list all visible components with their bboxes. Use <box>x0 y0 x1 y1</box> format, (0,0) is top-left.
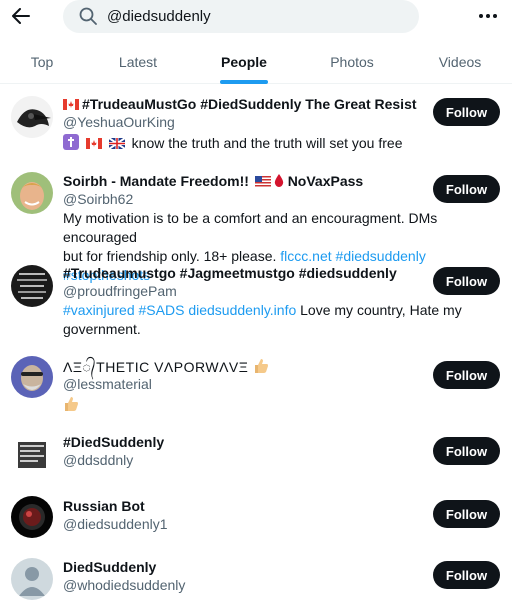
follow-button[interactable]: Follow <box>433 437 500 465</box>
follow-button[interactable]: Follow <box>433 500 500 528</box>
search-box[interactable] <box>63 0 419 33</box>
user-handle: @lessmaterial <box>63 376 152 392</box>
hashtag-link[interactable]: #vaxinjured <box>63 302 135 318</box>
blood-drop-icon <box>274 174 283 187</box>
back-arrow-icon[interactable] <box>8 4 34 28</box>
search-tabs: Top Latest People Photos Videos <box>0 40 512 84</box>
search-input[interactable] <box>107 0 407 33</box>
list-item[interactable]: #Trudeaumustgo #Jagmeetmustgo #diedsudde… <box>0 263 512 341</box>
bio-link[interactable]: diedsuddenly.info <box>188 302 296 318</box>
more-options-icon[interactable] <box>474 6 502 26</box>
follow-button[interactable]: Follow <box>433 175 500 203</box>
uk-flag-icon <box>108 138 125 149</box>
list-item[interactable]: ΛΞ᭄THETIC VΛPORWΛVΞ @lessmaterial Follow <box>0 356 512 416</box>
list-item[interactable]: #DiedSuddenly @ddsddnly Follow <box>0 432 512 480</box>
list-item[interactable]: DiedSuddenly @whodiedsuddenly Follow <box>0 556 512 600</box>
hashtag-link[interactable]: #diedsuddenly <box>336 248 426 264</box>
avatar[interactable] <box>11 434 53 476</box>
avatar[interactable] <box>11 356 53 398</box>
avatar[interactable] <box>11 496 53 538</box>
follow-button[interactable]: Follow <box>433 561 500 589</box>
avatar[interactable] <box>11 172 53 214</box>
avatar[interactable] <box>11 558 53 600</box>
list-item[interactable]: Russian Bot @diedsuddenly1 Follow <box>0 494 512 542</box>
follow-button[interactable]: Follow <box>433 98 500 126</box>
user-bio: #vaxinjured #SADS diedsuddenly.info Love… <box>63 302 462 337</box>
user-name[interactable]: Russian Bot <box>63 498 145 514</box>
user-bio: know the truth and the truth will set yo… <box>63 134 493 153</box>
follow-button[interactable]: Follow <box>433 267 500 295</box>
thumbs-up-icon <box>65 397 78 411</box>
tab-latest[interactable]: Latest <box>92 40 184 83</box>
tab-videos[interactable]: Videos <box>414 40 506 83</box>
avatar[interactable] <box>11 265 53 307</box>
user-name[interactable]: #TrudeauMustGo #DiedSuddenly The Great R… <box>63 96 417 112</box>
user-name[interactable]: Soirbh - Mandate Freedom!! NoVaxPass <box>63 173 363 189</box>
list-item[interactable]: Soirbh - Mandate Freedom!! NoVaxPass @So… <box>0 170 512 283</box>
tab-photos[interactable]: Photos <box>306 40 398 83</box>
hashtag-link[interactable]: #SADS <box>139 302 185 318</box>
cross-icon <box>63 134 79 150</box>
thumbs-up-icon <box>254 359 268 373</box>
user-handle: @YeshuaOurKing <box>63 114 175 130</box>
active-tab-indicator <box>220 80 268 84</box>
user-name[interactable]: DiedSuddenly <box>63 559 156 575</box>
user-handle: @proudfringePam <box>63 283 177 299</box>
list-item[interactable]: #TrudeauMustGo #DiedSuddenly The Great R… <box>0 92 512 156</box>
user-name[interactable]: #Trudeaumustgo #Jagmeetmustgo #diedsudde… <box>63 265 397 281</box>
user-bio <box>63 396 493 415</box>
user-name[interactable]: #DiedSuddenly <box>63 434 164 450</box>
user-handle: @Soirbh62 <box>63 191 134 207</box>
user-handle: @diedsuddenly1 <box>63 516 168 532</box>
search-icon <box>79 7 97 25</box>
bio-link[interactable]: flccc.net <box>280 248 331 264</box>
follow-button[interactable]: Follow <box>433 361 500 389</box>
canada-flag-icon <box>85 138 102 149</box>
avatar[interactable] <box>11 96 53 138</box>
tab-top[interactable]: Top <box>0 40 84 83</box>
canada-flag-icon <box>63 99 79 110</box>
us-flag-icon <box>254 176 271 187</box>
top-bar <box>0 0 512 36</box>
tab-people[interactable]: People <box>200 40 288 83</box>
user-handle: @ddsddnly <box>63 452 134 468</box>
user-handle: @whodiedsuddenly <box>63 577 186 593</box>
